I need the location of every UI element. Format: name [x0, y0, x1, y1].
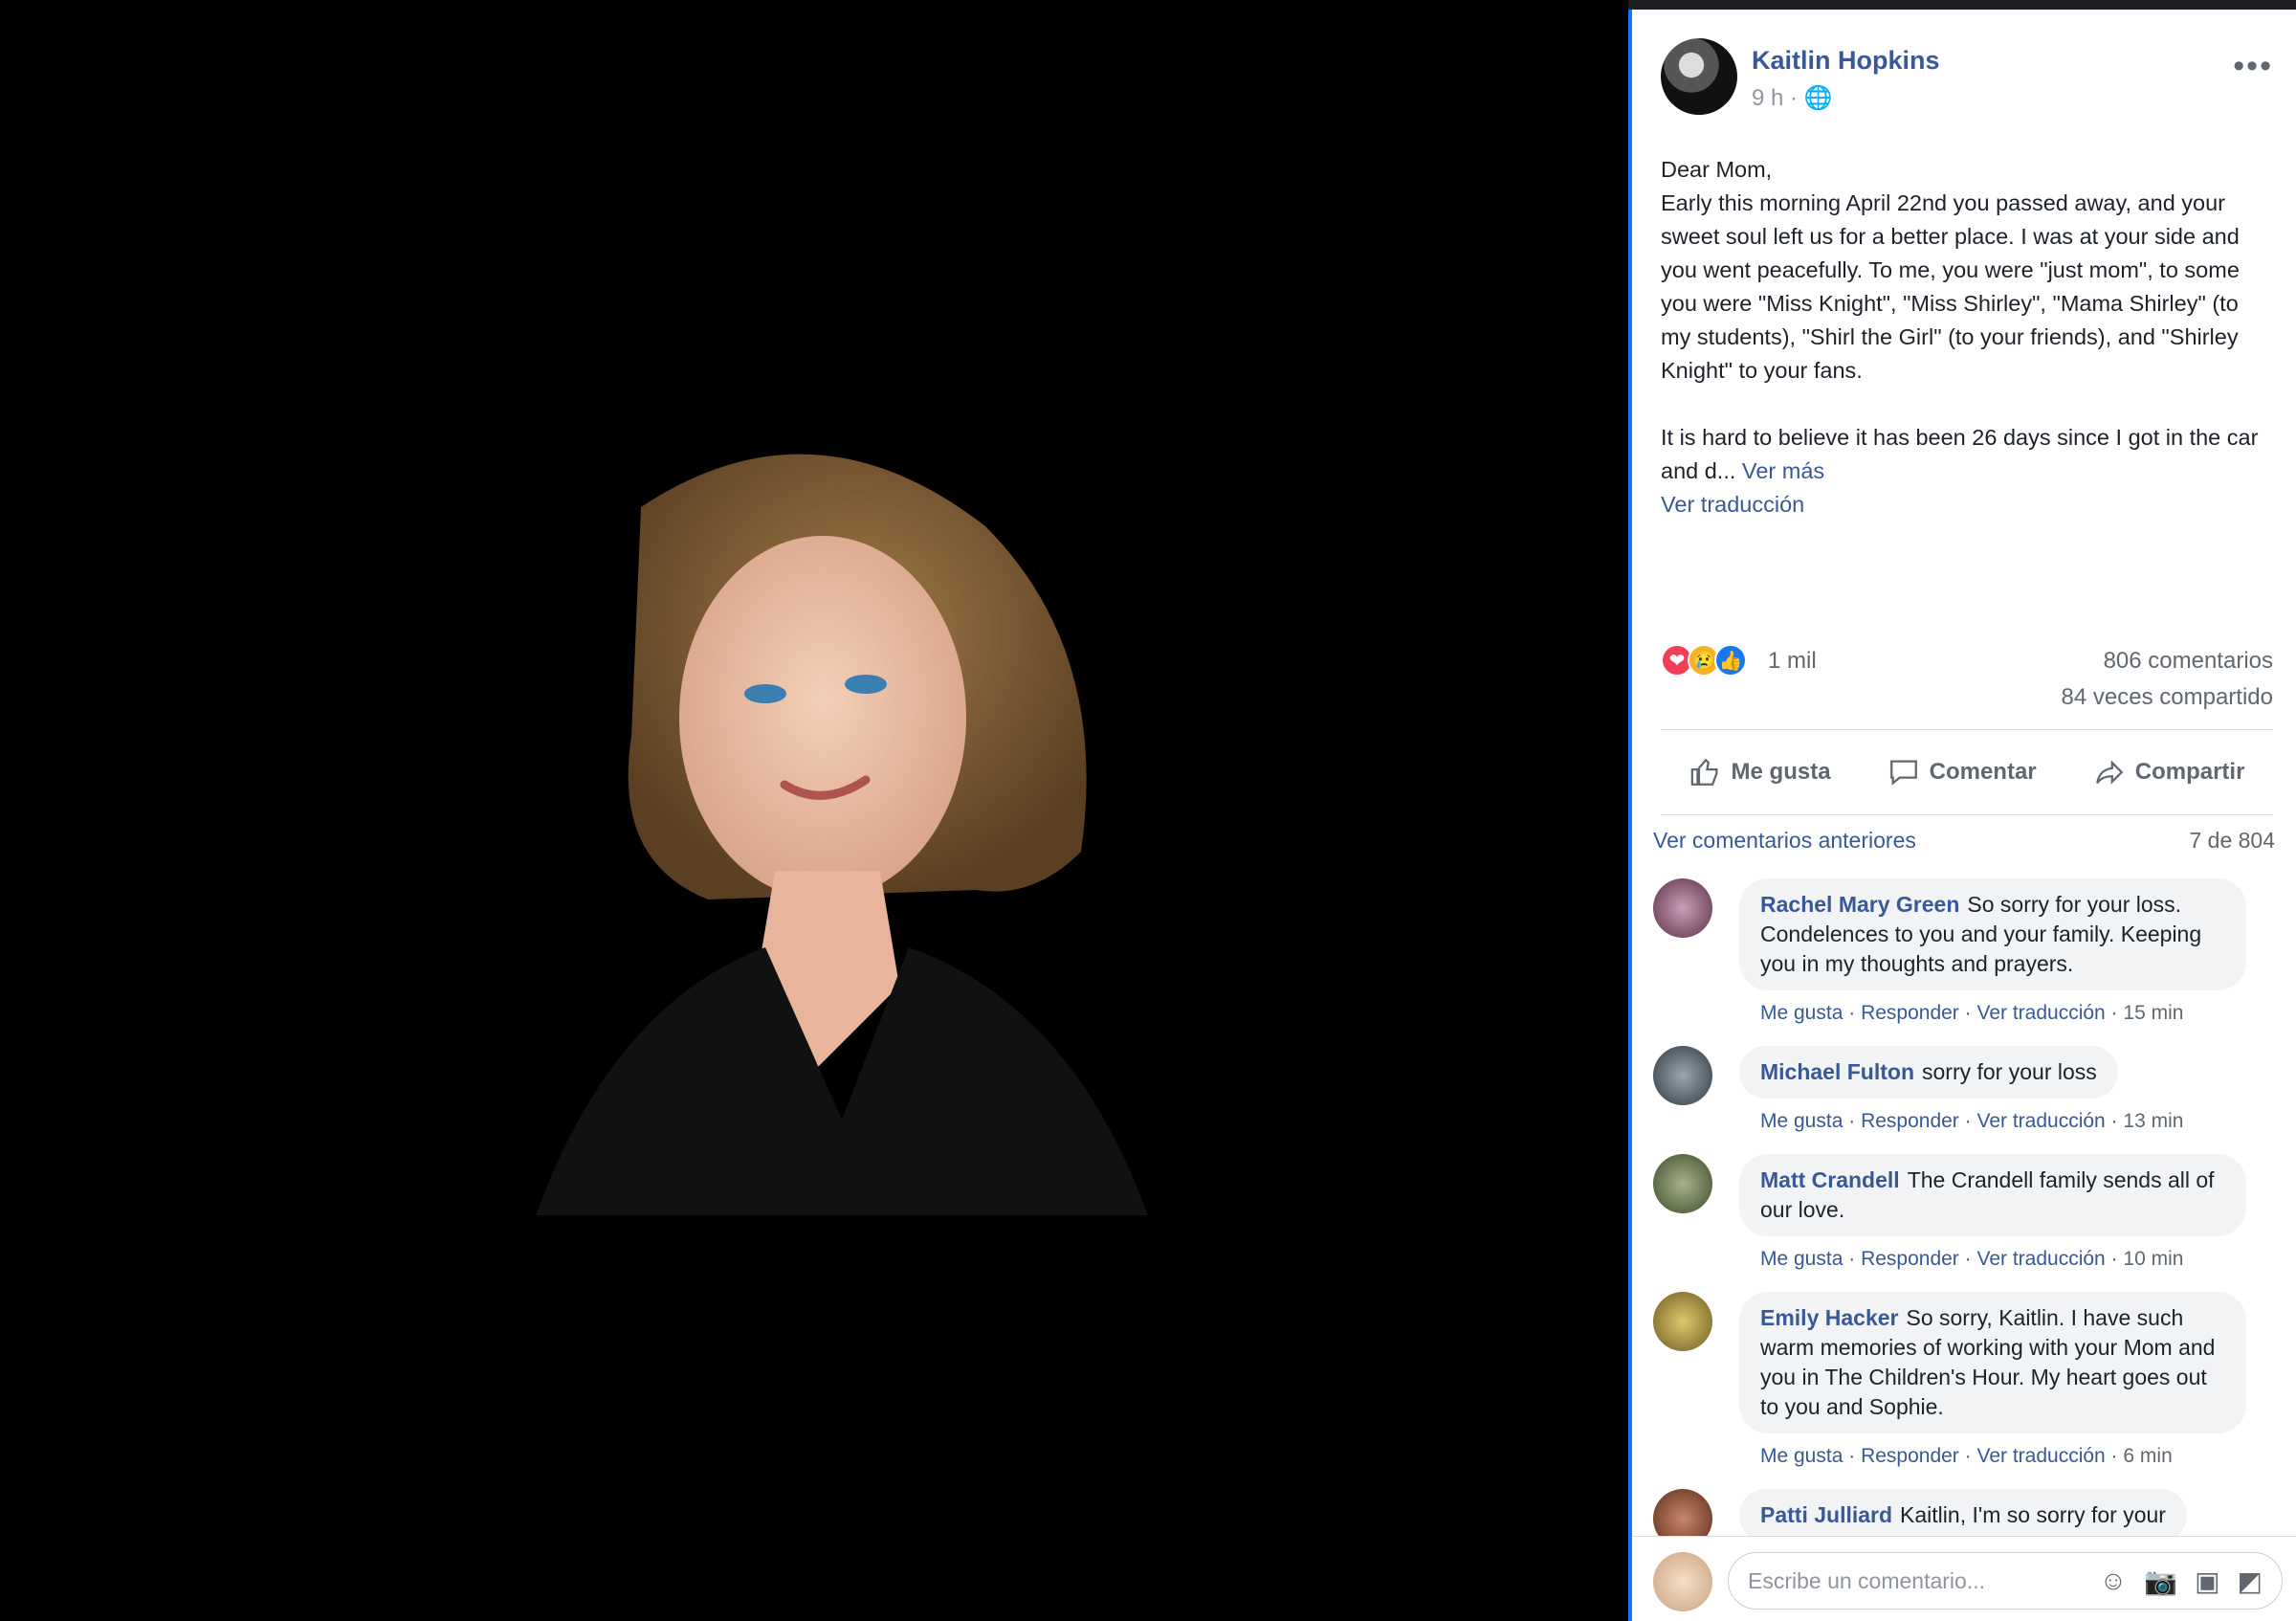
commenter-avatar[interactable] [1653, 878, 1712, 938]
comment-bubble: Patti Julliard Kaitlin, I'm so sorry for … [1739, 1489, 2187, 1542]
author-name[interactable]: Kaitlin Hopkins [1752, 46, 1940, 76]
commenter-name[interactable]: Matt Crandell [1760, 1167, 1900, 1192]
comment-actions: Me gusta · Responder · Ver traducción · … [1760, 1002, 2184, 1024]
share-count[interactable]: 84 veces compartido [2062, 684, 2273, 711]
comment-bubble: Michael Fulton sorry for your loss [1739, 1046, 2118, 1099]
more-options-icon[interactable]: ••• [2233, 48, 2273, 85]
comment-item: Michael Fulton sorry for your loss Me gus… [1653, 1046, 2285, 1133]
comment-label: Comentar [1929, 759, 2037, 785]
comment-translate-link[interactable]: Ver traducción [1976, 1002, 2105, 1024]
commenter-name[interactable]: Emily Hacker [1760, 1305, 1898, 1330]
sticker-icon[interactable]: ◩ [2238, 1565, 2263, 1597]
comment-bubble: Matt Crandell The Crandell family sends a… [1739, 1154, 2246, 1236]
comment-reply-link[interactable]: Responder [1861, 1002, 1959, 1024]
comment-reply-link[interactable]: Responder [1861, 1248, 1959, 1270]
thumbs-up-icon [1690, 758, 1717, 786]
comment-time[interactable]: 15 min [2123, 1002, 2183, 1024]
comment-translate-link[interactable]: Ver traducción [1976, 1248, 2105, 1270]
comment-item: Patti Julliard Kaitlin, I'm so sorry for … [1653, 1489, 2285, 1548]
comment-like-link[interactable]: Me gusta [1760, 1110, 1843, 1132]
commenter-avatar[interactable] [1653, 1292, 1712, 1351]
share-icon [2095, 760, 2124, 785]
post-stats: ❤ 😢 👍 1 mil 806 comentarios 84 veces com… [1661, 627, 2273, 713]
reaction-count[interactable]: 1 mil [1768, 648, 1817, 675]
comment-reply-link[interactable]: Responder [1861, 1110, 1959, 1132]
comment-icon [1889, 760, 1917, 786]
composer-icons: ☺ 📷 ▣ ◩ [2100, 1565, 2263, 1597]
post-meta: 9 h · 🌐 [1752, 84, 1833, 112]
comment-item: Matt Crandell The Crandell family sends a… [1653, 1154, 2285, 1271]
globe-icon: 🌐 [1803, 85, 1833, 111]
action-bar: Me gusta Comentar Compartir [1661, 729, 2273, 815]
comment-like-link[interactable]: Me gusta [1760, 1248, 1843, 1270]
camera-icon[interactable]: 📷 [2144, 1565, 2177, 1597]
commenter-name[interactable]: Patti Julliard [1760, 1502, 1892, 1527]
comment-text: sorry for your loss [1922, 1059, 2097, 1084]
comment-like-link[interactable]: Me gusta [1760, 1445, 1843, 1467]
portrait-photo [536, 454, 1148, 1215]
comment-bubble: Rachel Mary Green So sorry for your loss.… [1739, 878, 2246, 990]
comment-actions: Me gusta · Responder · Ver traducción · … [1760, 1445, 2173, 1467]
comment-time[interactable]: 6 min [2123, 1445, 2172, 1467]
comment-time[interactable]: 10 min [2123, 1248, 2183, 1270]
like-button[interactable]: Me gusta [1689, 756, 1831, 788]
comment-time[interactable]: 13 min [2123, 1110, 2183, 1132]
see-more-link[interactable]: Ver más [1735, 458, 1824, 483]
like-label: Me gusta [1731, 759, 1831, 785]
comment-actions: Me gusta · Responder · Ver traducción · … [1760, 1248, 2184, 1270]
commenter-name[interactable]: Rachel Mary Green [1760, 892, 1959, 917]
share-button[interactable]: Compartir [2093, 756, 2245, 788]
comment-item: Rachel Mary Green So sorry for your loss.… [1653, 878, 2285, 1025]
post-body: Dear Mom, Early this morning April 22nd … [1661, 153, 2273, 522]
comment-placeholder: Escribe un comentario... [1748, 1567, 1986, 1593]
comment-count[interactable]: 806 comentarios [2104, 648, 2273, 675]
gif-icon[interactable]: ▣ [2195, 1565, 2219, 1597]
comment-list: Rachel Mary Green So sorry for your loss.… [1653, 861, 2285, 1563]
commenter-avatar[interactable] [1653, 1154, 1712, 1213]
current-user-avatar [1653, 1552, 1712, 1611]
emoji-icon[interactable]: ☺ [2100, 1565, 2128, 1597]
post-sidebar: Kaitlin Hopkins 9 h · 🌐 ••• Dear Mom, Ea… [1628, 10, 2296, 1621]
share-label: Compartir [2134, 759, 2245, 785]
comment-translate-link[interactable]: Ver traducción [1976, 1110, 2105, 1132]
comment-button[interactable]: Comentar [1888, 756, 2037, 788]
comment-like-link[interactable]: Me gusta [1760, 1002, 1843, 1024]
comment-text: Kaitlin, I'm so sorry for your [1900, 1502, 2166, 1527]
comments-header: Ver comentarios anteriores 7 de 804 [1653, 828, 2275, 854]
comments-pagination: 7 de 804 [2189, 828, 2275, 853]
post-time[interactable]: 9 h · [1752, 85, 1804, 111]
comment-composer: Escribe un comentario... ☺ 📷 ▣ ◩ [1632, 1536, 2296, 1621]
see-translation-link[interactable]: Ver traducción [1661, 488, 2273, 522]
post-text: Dear Mom, Early this morning April 22nd … [1661, 157, 2259, 483]
comment-item: Emily Hacker So sorry, Kaitlin. I have su… [1653, 1292, 2285, 1468]
photo-viewer[interactable] [0, 0, 1628, 1621]
comment-bubble: Emily Hacker So sorry, Kaitlin. I have su… [1739, 1292, 2246, 1433]
reaction-icons[interactable]: ❤ 😢 👍 [1661, 644, 1747, 677]
like-reaction-icon: 👍 [1714, 644, 1747, 677]
comment-actions: Me gusta · Responder · Ver traducción · … [1760, 1110, 2184, 1132]
comment-input[interactable]: Escribe un comentario... ☺ 📷 ▣ ◩ [1728, 1552, 2283, 1610]
view-previous-comments-link[interactable]: Ver comentarios anteriores [1653, 828, 1916, 853]
author-avatar[interactable] [1661, 38, 1737, 115]
comment-translate-link[interactable]: Ver traducción [1976, 1445, 2105, 1467]
commenter-avatar[interactable] [1653, 1046, 1712, 1105]
comment-reply-link[interactable]: Responder [1861, 1445, 1959, 1467]
commenter-name[interactable]: Michael Fulton [1760, 1059, 1914, 1084]
post-header: Kaitlin Hopkins 9 h · 🌐 ••• [1661, 38, 2273, 134]
